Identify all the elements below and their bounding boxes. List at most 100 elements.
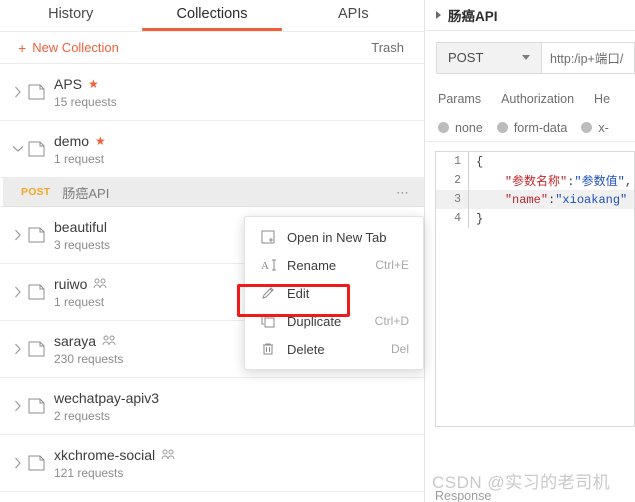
chevron-right-icon[interactable] bbox=[8, 286, 28, 298]
folder-icon bbox=[28, 141, 54, 157]
tabs-divider bbox=[0, 31, 424, 32]
collection-text: saraya 230 requests bbox=[54, 333, 123, 366]
code-text: } bbox=[469, 212, 483, 226]
collection-row-wechatpay-apiv3[interactable]: wechatpay-apiv3 2 requests bbox=[0, 378, 424, 435]
collection-title: APS ★ bbox=[54, 76, 117, 92]
collection-text: APS ★ 15 requests bbox=[54, 76, 117, 109]
star-icon: ★ bbox=[88, 76, 99, 91]
collection-request-count: 1 request bbox=[54, 294, 105, 309]
request-row-selected[interactable]: POST 肠癌API ⋯ bbox=[0, 178, 424, 207]
method-select-value: POST bbox=[448, 50, 484, 65]
tab-apis[interactable]: APIs bbox=[283, 3, 424, 22]
chevron-right-icon[interactable] bbox=[8, 400, 28, 412]
collection-name: beautiful bbox=[54, 218, 107, 235]
code-token: "参数值" bbox=[574, 175, 625, 189]
new-collection-label: New Collection bbox=[32, 40, 119, 55]
team-members-icon bbox=[161, 449, 175, 460]
chevron-right-icon[interactable] bbox=[8, 457, 28, 469]
collections-actions: + New Collection Trash bbox=[0, 32, 424, 64]
collection-title: xkchrome-social bbox=[54, 447, 175, 463]
svg-text:A: A bbox=[261, 260, 269, 272]
rename-icon: A bbox=[261, 258, 287, 272]
radio-icon bbox=[438, 122, 449, 133]
menu-item-shortcut: Del bbox=[390, 342, 409, 356]
new-collection-button[interactable]: + New Collection bbox=[18, 40, 119, 55]
radio-x-www-form-urlencoded[interactable]: x- bbox=[581, 121, 609, 135]
chevron-right-icon[interactable] bbox=[436, 11, 441, 19]
plus-icon: + bbox=[18, 39, 27, 56]
collection-request-count: 2 requests bbox=[54, 408, 111, 423]
radio-form-data-label: form-data bbox=[513, 120, 568, 135]
line-number: 3 bbox=[454, 193, 461, 206]
collection-name: demo bbox=[54, 132, 90, 149]
collection-request-count: 121 requests bbox=[54, 465, 124, 480]
tab-authorization[interactable]: Authorization bbox=[501, 92, 574, 106]
edit-pencil-icon bbox=[261, 286, 287, 300]
breadcrumb: 肠癌API bbox=[426, 0, 635, 31]
collection-text: wechatpay-apiv3 2 requests bbox=[54, 390, 159, 423]
collection-request-count: 3 requests bbox=[54, 237, 111, 252]
collection-name: ruiwo bbox=[54, 275, 88, 292]
collection-request-count: 1 request bbox=[54, 151, 105, 166]
url-bar: POST http:/ip+端口/ bbox=[426, 31, 635, 84]
line-number: 4 bbox=[454, 212, 461, 225]
collection-title: ruiwo bbox=[54, 276, 107, 292]
tab-apis-label: APIs bbox=[338, 6, 369, 22]
chevron-right-icon[interactable] bbox=[8, 343, 28, 355]
chevron-right-icon[interactable] bbox=[8, 229, 28, 241]
code-token: } bbox=[476, 211, 484, 226]
method-select[interactable]: POST bbox=[436, 41, 542, 74]
request-name: 肠癌API bbox=[62, 185, 110, 201]
chevron-down-icon[interactable] bbox=[8, 145, 28, 153]
menu-item-shortcut: Ctrl+E bbox=[375, 258, 409, 272]
app-root: History Collections APIs + New Collectio… bbox=[0, 0, 635, 502]
duplicate-icon bbox=[261, 314, 287, 328]
radio-none[interactable]: none bbox=[438, 121, 483, 135]
code-line-current: 3 "name":"xioakang" bbox=[436, 190, 634, 209]
menu-item-delete[interactable]: Delete Del bbox=[245, 335, 423, 363]
collection-name: xkchrome-social bbox=[54, 446, 156, 463]
collection-row-demo[interactable]: demo ★ 1 request bbox=[0, 121, 424, 178]
code-text: "参数名称":"参数值", bbox=[469, 172, 632, 189]
radio-none-label: none bbox=[455, 120, 483, 135]
tab-history-label: History bbox=[48, 6, 94, 22]
collection-text: beautiful 3 requests bbox=[54, 219, 110, 252]
request-section-tabs: Params Authorization He bbox=[426, 84, 635, 114]
collection-row-aps[interactable]: APS ★ 15 requests bbox=[0, 64, 424, 121]
tab-collections-label: Collections bbox=[176, 6, 248, 22]
folder-icon bbox=[28, 455, 54, 471]
collection-title: demo ★ bbox=[54, 133, 106, 149]
radio-form-data[interactable]: form-data bbox=[496, 120, 568, 135]
collection-row-xkchrome-social[interactable]: xkchrome-social 121 requests bbox=[0, 435, 424, 492]
tab-params[interactable]: Params bbox=[438, 92, 481, 106]
line-number: 2 bbox=[454, 174, 461, 187]
url-input[interactable]: http:/ip+端口/ bbox=[542, 41, 635, 74]
menu-item-duplicate[interactable]: Duplicate Ctrl+D bbox=[245, 307, 423, 335]
tab-history[interactable]: History bbox=[0, 3, 141, 22]
code-token: { bbox=[476, 154, 484, 169]
team-members-icon bbox=[93, 278, 107, 289]
body-type-options: none form-data x- bbox=[426, 114, 635, 142]
collection-text: xkchrome-social 121 requests bbox=[54, 447, 175, 480]
code-editor[interactable]: 1 { 2 "参数名称":"参数值", 3 "name":"xioakang" … bbox=[435, 151, 635, 427]
code-token: , bbox=[624, 175, 633, 189]
menu-item-label: Rename bbox=[287, 257, 337, 273]
tab-headers[interactable]: He bbox=[594, 92, 610, 106]
team-members-icon bbox=[102, 335, 116, 346]
menu-item-edit[interactable]: Edit bbox=[245, 279, 423, 307]
response-label: Response bbox=[435, 489, 492, 502]
menu-item-label: Edit bbox=[287, 285, 310, 301]
panel-tabs: History Collections APIs bbox=[0, 0, 424, 32]
menu-item-rename[interactable]: A Rename Ctrl+E bbox=[245, 251, 423, 279]
menu-item-open-in-new-tab[interactable]: Open in New Tab bbox=[245, 223, 423, 251]
collection-title: beautiful bbox=[54, 219, 110, 235]
tab-collections[interactable]: Collections bbox=[141, 3, 282, 22]
folder-icon bbox=[28, 84, 54, 100]
trash-link[interactable]: Trash bbox=[371, 40, 404, 55]
chevron-right-icon[interactable] bbox=[8, 86, 28, 98]
request-more-options-icon[interactable]: ⋯ bbox=[396, 186, 410, 199]
folder-icon bbox=[28, 398, 54, 414]
request-method-badge: POST bbox=[21, 186, 51, 198]
